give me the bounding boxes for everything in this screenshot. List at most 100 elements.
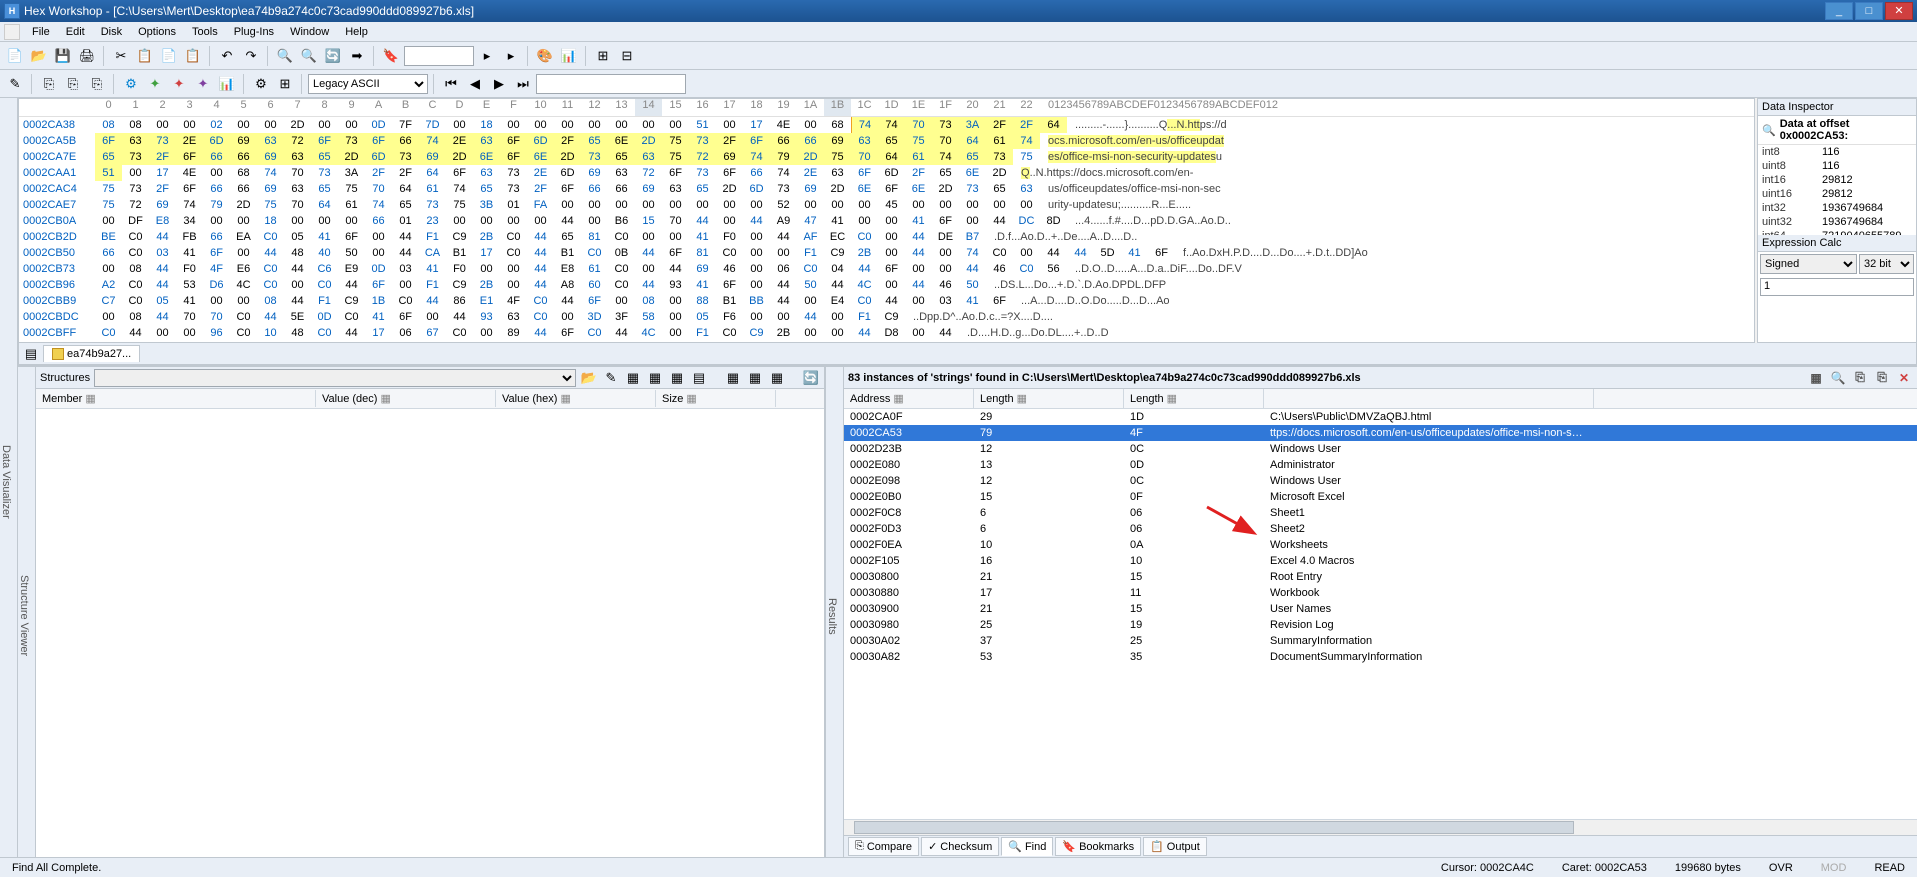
- hex-byte[interactable]: 44: [743, 213, 770, 229]
- hex-byte[interactable]: 6E: [473, 149, 500, 165]
- hex-byte[interactable]: 03: [149, 245, 176, 261]
- hex-byte[interactable]: 00: [878, 277, 905, 293]
- hex-ascii[interactable]: ..Dpp.D^..Ao.D.c..=?X....D....: [913, 309, 1053, 325]
- hex-byte[interactable]: 00: [662, 117, 689, 133]
- hex-byte[interactable]: DC: [1013, 213, 1040, 229]
- hex-byte[interactable]: 44: [122, 325, 149, 341]
- hex-byte[interactable]: 63: [473, 165, 500, 181]
- op3-button[interactable]: ⎘: [86, 73, 108, 95]
- structures-select[interactable]: [94, 369, 576, 387]
- hex-byte[interactable]: 44: [770, 277, 797, 293]
- hex-byte[interactable]: 74: [743, 149, 770, 165]
- results-row[interactable]: 0002E0B0150FMicrosoft Excel: [844, 489, 1917, 505]
- hex-byte[interactable]: 6E: [608, 133, 635, 149]
- hex-byte[interactable]: 2D: [284, 117, 311, 133]
- hex-byte[interactable]: DF: [122, 213, 149, 229]
- hex-row[interactable]: 0002CAC475732F6F666669636575706461746573…: [19, 181, 1754, 197]
- hex-byte[interactable]: 93: [662, 277, 689, 293]
- close-button[interactable]: ✕: [1885, 2, 1913, 20]
- hex-byte[interactable]: C0: [257, 229, 284, 245]
- find-next-button[interactable]: 🔍: [298, 45, 320, 67]
- nav-input[interactable]: [536, 74, 686, 94]
- hex-byte[interactable]: 72: [689, 149, 716, 165]
- hex-byte[interactable]: A2: [95, 277, 122, 293]
- hex-byte[interactable]: 00: [554, 117, 581, 133]
- hex-byte[interactable]: C6: [311, 261, 338, 277]
- results-tab-bookmarks[interactable]: 🔖Bookmarks: [1055, 837, 1141, 856]
- hex-byte[interactable]: 66: [797, 133, 824, 149]
- hex-byte[interactable]: 66: [608, 181, 635, 197]
- hex-byte[interactable]: 00: [1013, 197, 1040, 213]
- hex-byte[interactable]: 74: [770, 165, 797, 181]
- hex-byte[interactable]: 44: [149, 277, 176, 293]
- hex-byte[interactable]: 74: [176, 197, 203, 213]
- hex-byte[interactable]: 00: [338, 213, 365, 229]
- maximize-button[interactable]: □: [1855, 2, 1883, 20]
- struct-b4-icon[interactable]: ▤: [690, 369, 708, 387]
- hex-byte[interactable]: 00: [662, 293, 689, 309]
- hex-byte[interactable]: 00: [230, 245, 257, 261]
- hex-byte[interactable]: 61: [338, 197, 365, 213]
- results-row[interactable]: 0002F0D3606Sheet2: [844, 521, 1917, 537]
- results-row[interactable]: 000308002115Root Entry: [844, 569, 1917, 585]
- hex-byte[interactable]: 75: [662, 149, 689, 165]
- hex-byte[interactable]: E8: [149, 213, 176, 229]
- copy-button[interactable]: 📋: [134, 45, 156, 67]
- results-row[interactable]: 0002CA0F291DC:\Users\Public\DMVZaQBJ.htm…: [844, 409, 1917, 425]
- hex-byte[interactable]: 6F: [338, 229, 365, 245]
- hex-byte[interactable]: 00: [257, 117, 284, 133]
- hex-byte[interactable]: C0: [257, 277, 284, 293]
- hex-byte[interactable]: 00: [716, 197, 743, 213]
- hex-byte[interactable]: 6F: [743, 133, 770, 149]
- hex-byte[interactable]: 6E: [851, 181, 878, 197]
- hex-byte[interactable]: 44: [770, 229, 797, 245]
- hex-byte[interactable]: B1: [446, 245, 473, 261]
- hex-byte[interactable]: 6D: [203, 133, 230, 149]
- hex-byte[interactable]: 08: [257, 293, 284, 309]
- hex-byte[interactable]: 93: [473, 309, 500, 325]
- hex-byte[interactable]: 4F: [203, 261, 230, 277]
- struct-b3-icon[interactable]: ▦: [668, 369, 686, 387]
- hex-ascii[interactable]: ..DS.L...Do...+.D.`.D.Ao.DPDL.DFP: [994, 277, 1166, 293]
- hex-byte[interactable]: C0: [122, 245, 149, 261]
- hex-byte[interactable]: A8: [554, 277, 581, 293]
- hex-byte[interactable]: 00: [338, 117, 365, 133]
- hex-byte[interactable]: 00: [851, 213, 878, 229]
- hex-byte[interactable]: 7F: [392, 117, 419, 133]
- hex-byte[interactable]: 6E: [527, 149, 554, 165]
- hex-byte[interactable]: 17: [149, 165, 176, 181]
- hex-byte[interactable]: 00: [392, 277, 419, 293]
- hex-row[interactable]: 0002CA7E65732F6F66666963652D6D73692D6E6F…: [19, 149, 1754, 165]
- hex-byte[interactable]: 00: [986, 197, 1013, 213]
- hex-byte[interactable]: 44: [797, 309, 824, 325]
- hex-byte[interactable]: 66: [203, 181, 230, 197]
- encoding-select[interactable]: Legacy ASCII: [308, 74, 428, 94]
- hex-byte[interactable]: C0: [122, 293, 149, 309]
- hex-byte[interactable]: 00: [473, 325, 500, 341]
- hex-byte[interactable]: 15: [635, 213, 662, 229]
- goto-button[interactable]: ➡: [346, 45, 368, 67]
- hex-byte[interactable]: F1: [851, 309, 878, 325]
- hex-byte[interactable]: C0: [986, 245, 1013, 261]
- op6-button[interactable]: ✦: [168, 73, 190, 95]
- hex-byte[interactable]: 66: [581, 181, 608, 197]
- hex-byte[interactable]: C0: [446, 325, 473, 341]
- hex-byte[interactable]: 44: [905, 277, 932, 293]
- hex-byte[interactable]: 44: [527, 261, 554, 277]
- results-row[interactable]: 0002F0EA100AWorksheets: [844, 537, 1917, 553]
- hex-byte[interactable]: 2B: [473, 229, 500, 245]
- hex-byte[interactable]: FA: [527, 197, 554, 213]
- hex-byte[interactable]: 51: [689, 117, 716, 133]
- hex-byte[interactable]: 2E: [527, 165, 554, 181]
- hex-byte[interactable]: 2D: [230, 197, 257, 213]
- hex-byte[interactable]: EA: [230, 229, 257, 245]
- results-tab-find[interactable]: 🔍Find: [1001, 837, 1053, 856]
- hex-byte[interactable]: 00: [203, 213, 230, 229]
- hex-byte[interactable]: C9: [446, 229, 473, 245]
- menu-file[interactable]: File: [24, 24, 58, 40]
- hex-byte[interactable]: 2F: [554, 133, 581, 149]
- hex-byte[interactable]: 44: [905, 229, 932, 245]
- hex-byte[interactable]: 6F: [365, 277, 392, 293]
- hex-byte[interactable]: 00: [662, 325, 689, 341]
- struct-col-header[interactable]: Size ▦: [656, 390, 776, 407]
